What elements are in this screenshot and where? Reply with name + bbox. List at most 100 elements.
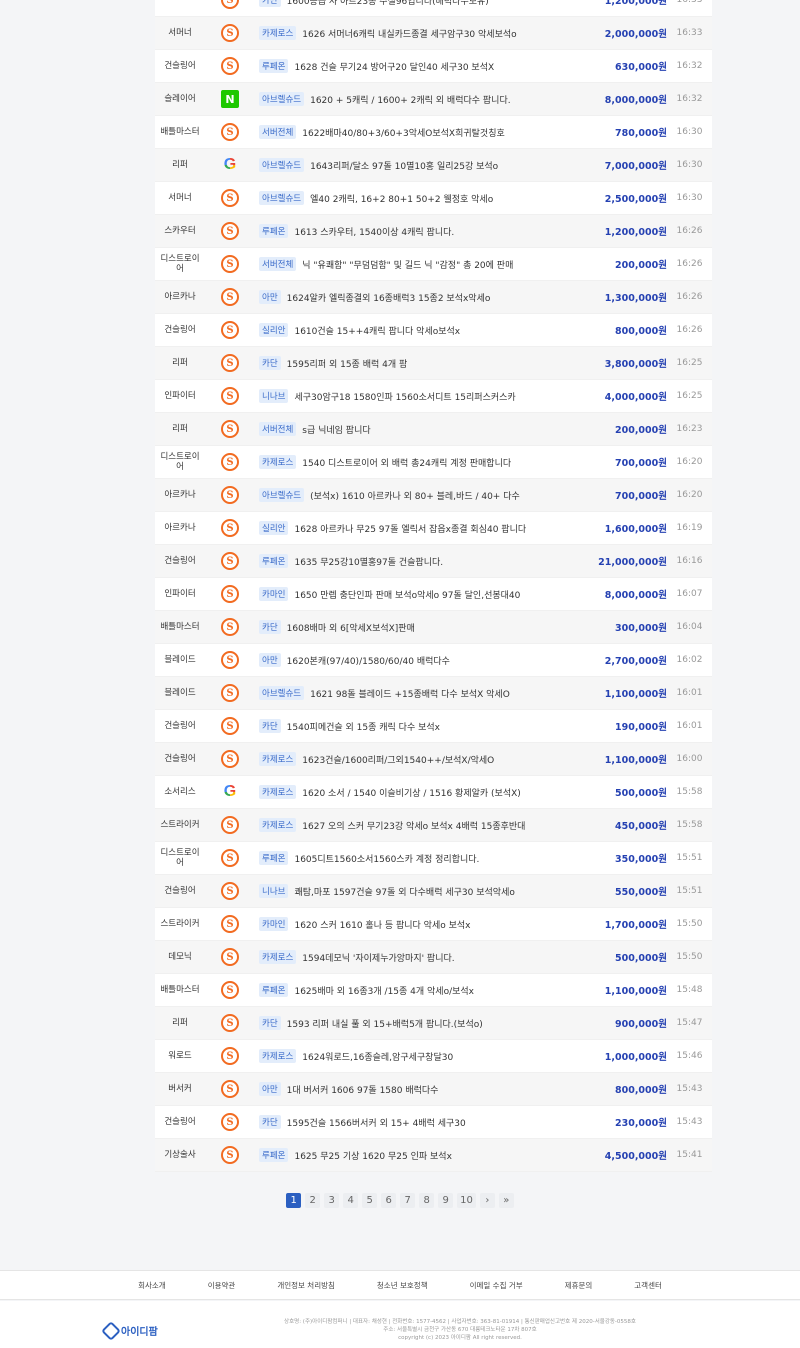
footer-link[interactable]: 개인정보 처리방침 bbox=[277, 1280, 335, 1291]
title-cell[interactable]: 서버전체 닉 "유쾌함" "무덤덤함" 및 길드 닉 "감정" 총 20에 판매 bbox=[255, 257, 567, 271]
table-row[interactable]: 건슬링어 S 실리안 1610건슬 15++4캐릭 팝니다 악세o보석x 800,000… bbox=[155, 314, 712, 347]
title-cell[interactable]: 카단 1595건슬 1566버서커 외 15+ 4배럭 세구30 bbox=[255, 1115, 567, 1129]
title-cell[interactable]: 아브렐슈드 1620 + 5캐릭 / 1600+ 2캐릭 외 배럭다수 팝니다. bbox=[255, 92, 567, 106]
page-button[interactable]: 7 bbox=[400, 1193, 416, 1208]
table-row[interactable]: 건슬링어 S 니나브 쾌탐,마포 1597건슬 97돌 외 다수배럭 세구30 보석악… bbox=[155, 875, 712, 908]
listing-title[interactable]: 1613 스카우터, 1540이상 4캐릭 팝니다. bbox=[294, 225, 454, 238]
title-cell[interactable]: 서버전체 s급 닉네임 팝니다 bbox=[255, 422, 567, 436]
listing-title[interactable]: 1593 리퍼 내실 풀 외 15+배럭5개 팝니다.(보석o) bbox=[287, 1017, 483, 1030]
title-cell[interactable]: 카제로스 1620 소서 / 1540 이슬비기상 / 1516 황제알카 (보석… bbox=[255, 785, 567, 799]
title-cell[interactable]: 카단 1595리퍼 외 15종 배럭 4개 팜 bbox=[255, 356, 567, 370]
title-cell[interactable]: 실리안 1628 아르카나 무25 97돌 엘릭서 잡읍x종결 회심40 팝니다 bbox=[255, 521, 567, 535]
title-cell[interactable]: 카단 1608배마 외 6[악세X보석X]판매 bbox=[255, 620, 567, 634]
table-row[interactable]: 리퍼 S 카단 1593 리퍼 내실 풀 외 15+배럭5개 팝니다.(보석o) 900… bbox=[155, 1007, 712, 1040]
title-cell[interactable]: 서버전체 1622배마40/80+3/60+3악세O보석X희귀탈것칭호 bbox=[255, 125, 567, 139]
page-button[interactable]: 1 bbox=[286, 1193, 302, 1208]
listing-title[interactable]: 1627 오의 스커 무기23강 악세o 보석x 4배럭 15종후반대 bbox=[302, 819, 525, 832]
title-cell[interactable]: 니나브 세구30암구18 1580인파 1560소서디트 15리퍼스커스카 bbox=[255, 389, 567, 403]
listing-title[interactable]: 1600등급 사 아르23종 주절96입니다(배럭다수보유) bbox=[287, 0, 489, 7]
listing-title[interactable]: 1620 + 5캐릭 / 1600+ 2캐릭 외 배럭다수 팝니다. bbox=[310, 93, 510, 106]
title-cell[interactable]: 카마인 1650 만렙 충단인파 판매 보석o악세o 97돌 달인,선봉대40 bbox=[255, 587, 567, 601]
table-row[interactable]: 건슬링어 S 카단 1540피메건슬 외 15종 캐릭 다수 보석x 190,000원 1… bbox=[155, 710, 712, 743]
listing-title[interactable]: 1625배마 외 16종3개 /15종 4개 악세o/보석x bbox=[294, 984, 474, 997]
title-cell[interactable]: 아만 1620본캐(97/40)/1580/60/40 배럭다수 bbox=[255, 653, 567, 667]
table-row[interactable]: 워로드 S 카제로스 1624워로드,16종슬레,암구세구창달30 1,000,000원… bbox=[155, 1040, 712, 1073]
listing-title[interactable]: 1625 무25 기상 1620 무25 인파 보석x bbox=[294, 1149, 451, 1162]
listing-title[interactable]: 1643리퍼/달소 97돌 10멸10홍 일리25강 보석o bbox=[310, 159, 498, 172]
listing-title[interactable]: 1624알카 엘릭종결외 16종배럭3 15종2 보석x악세o bbox=[287, 291, 491, 304]
title-cell[interactable]: 카제로스 1626 서머너6캐릭 내실카드종결 세구암구30 악세보석o bbox=[255, 26, 567, 40]
footer-link[interactable]: 회사소개 bbox=[138, 1280, 166, 1291]
table-row[interactable]: 디스트로이어 S 루페온 1605디트1560소서1560스카 계정 정리합니다. 35… bbox=[155, 842, 712, 875]
title-cell[interactable]: 카단 1540피메건슬 외 15종 캐릭 다수 보석x bbox=[255, 719, 567, 733]
title-cell[interactable]: 루페온 1605디트1560소서1560스카 계정 정리합니다. bbox=[255, 851, 567, 865]
table-row[interactable]: 서머너 S 아브렐슈드 엘40 2캐릭, 16+2 80+1 50+2 웰정호 악세o… bbox=[155, 182, 712, 215]
table-row[interactable]: 리퍼 S 서버전체 s급 닉네임 팝니다 200,000원 16:23 bbox=[155, 413, 712, 446]
table-row[interactable]: 슬레이어 N 아브렐슈드 1620 + 5캐릭 / 1600+ 2캐릭 외 배럭다수 … bbox=[155, 83, 712, 116]
title-cell[interactable]: 아브렐슈드 1643리퍼/달소 97돌 10멸10홍 일리25강 보석o bbox=[255, 158, 567, 172]
listing-title[interactable]: 1610건슬 15++4캐릭 팝니다 악세o보석x bbox=[294, 324, 460, 337]
footer-link[interactable]: 고객센터 bbox=[634, 1280, 662, 1291]
title-cell[interactable]: 실리안 1610건슬 15++4캐릭 팝니다 악세o보석x bbox=[255, 323, 567, 337]
title-cell[interactable]: 니나브 쾌탐,마포 1597건슬 97돌 외 다수배럭 세구30 보석악세o bbox=[255, 884, 567, 898]
table-row[interactable]: 소서리스 G 카제로스 1620 소서 / 1540 이슬비기상 / 1516 황제알… bbox=[155, 776, 712, 809]
table-row[interactable]: 스카우터 S 루페온 1613 스카우터, 1540이상 4캐릭 팝니다. 1,200,… bbox=[155, 215, 712, 248]
title-cell[interactable]: 루페온 1628 건슬 무기24 방어구20 달인40 세구30 보석X bbox=[255, 59, 567, 73]
listing-title[interactable]: 1540피메건슬 외 15종 캐릭 다수 보석x bbox=[287, 720, 440, 733]
page-button[interactable]: 2 bbox=[305, 1193, 321, 1208]
listing-title[interactable]: 1650 만렙 충단인파 판매 보석o악세o 97돌 달인,선봉대40 bbox=[294, 588, 520, 601]
listing-title[interactable]: 엘40 2캐릭, 16+2 80+1 50+2 웰정호 악세o bbox=[310, 192, 493, 205]
listing-title[interactable]: 1623건슬/1600리퍼/그외1540++/보석X/악세O bbox=[302, 753, 494, 766]
title-cell[interactable]: 루페온 1613 스카우터, 1540이상 4캐릭 팝니다. bbox=[255, 224, 567, 238]
table-row[interactable]: 스트라이커 S 카제로스 1627 오의 스커 무기23강 악세o 보석x 4배럭 1… bbox=[155, 809, 712, 842]
title-cell[interactable]: 아만 1624알카 엘릭종결외 16종배럭3 15종2 보석x악세o bbox=[255, 290, 567, 304]
table-row[interactable]: 건슬링어 S 카제로스 1623건슬/1600리퍼/그외1540++/보석X/악세O 1… bbox=[155, 743, 712, 776]
title-cell[interactable]: 카제로스 1540 디스트로이어 외 배럭 총24캐릭 계정 판매합니다 bbox=[255, 455, 567, 469]
footer-link[interactable]: 이메일 수집 거부 bbox=[470, 1280, 523, 1291]
title-cell[interactable]: 카제로스 1627 오의 스커 무기23강 악세o 보석x 4배럭 15종후반대 bbox=[255, 818, 567, 832]
page-button[interactable]: 6 bbox=[381, 1193, 397, 1208]
table-row[interactable]: S 카단 1600등급 사 아르23종 주절96입니다(배럭다수보유) 1,200,0… bbox=[155, 0, 712, 17]
table-row[interactable]: 아르카나 S 아만 1624알카 엘릭종결외 16종배럭3 15종2 보석x악세o 1,… bbox=[155, 281, 712, 314]
listing-title[interactable]: 1621 98돌 블레이드 +15종배럭 다수 보석X 악세O bbox=[310, 687, 510, 700]
listing-title[interactable]: 1605디트1560소서1560스카 계정 정리합니다. bbox=[294, 852, 479, 865]
page-button[interactable]: 10 bbox=[457, 1193, 476, 1208]
table-row[interactable]: 리퍼 G 아브렐슈드 1643리퍼/달소 97돌 10멸10홍 일리25강 보석o 7,… bbox=[155, 149, 712, 182]
listing-title[interactable]: 쾌탐,마포 1597건슬 97돌 외 다수배럭 세구30 보석악세o bbox=[294, 885, 514, 898]
title-cell[interactable]: 카마인 1620 스커 1610 홀나 등 팝니다 악세o 보석x bbox=[255, 917, 567, 931]
table-row[interactable]: 버서커 S 아만 1대 버서커 1606 97돌 1580 배럭다수 800,000원 1… bbox=[155, 1073, 712, 1106]
footer-link[interactable]: 이용약관 bbox=[208, 1280, 236, 1291]
table-row[interactable]: 블레이드 S 아브렐슈드 1621 98돌 블레이드 +15종배럭 다수 보석X 악세… bbox=[155, 677, 712, 710]
listing-title[interactable]: 1622배마40/80+3/60+3악세O보석X희귀탈것칭호 bbox=[302, 126, 504, 139]
title-cell[interactable]: 아브렐슈드 엘40 2캐릭, 16+2 80+1 50+2 웰정호 악세o bbox=[255, 191, 567, 205]
table-row[interactable]: 배틀마스터 S 카단 1608배마 외 6[악세X보석X]판매 300,000원 16:0… bbox=[155, 611, 712, 644]
title-cell[interactable]: 카제로스 1623건슬/1600리퍼/그외1540++/보석X/악세O bbox=[255, 752, 567, 766]
listing-title[interactable]: 1594데모닉 '자이제누가앙마지' 팝니다. bbox=[302, 951, 454, 964]
listing-title[interactable]: 1635 무25강10멸홍97돌 건슬팝니다. bbox=[294, 555, 443, 568]
listing-title[interactable]: 1595리퍼 외 15종 배럭 4개 팜 bbox=[287, 357, 408, 370]
table-row[interactable]: 건슬링어 S 카단 1595건슬 1566버서커 외 15+ 4배럭 세구30 230,… bbox=[155, 1106, 712, 1139]
page-button[interactable]: 8 bbox=[419, 1193, 435, 1208]
footer-link[interactable]: 청소년 보호정책 bbox=[377, 1280, 428, 1291]
listing-title[interactable]: 1628 건슬 무기24 방어구20 달인40 세구30 보석X bbox=[294, 60, 494, 73]
title-cell[interactable]: 카단 1600등급 사 아르23종 주절96입니다(배럭다수보유) bbox=[255, 0, 567, 7]
listing-title[interactable]: 1628 아르카나 무25 97돌 엘릭서 잡읍x종결 회심40 팝니다 bbox=[294, 522, 526, 535]
listing-title[interactable]: 1620 스커 1610 홀나 등 팝니다 악세o 보석x bbox=[294, 918, 470, 931]
title-cell[interactable]: 카단 1593 리퍼 내실 풀 외 15+배럭5개 팝니다.(보석o) bbox=[255, 1016, 567, 1030]
table-row[interactable]: 기상술사 S 루페온 1625 무25 기상 1620 무25 인파 보석x 4,500… bbox=[155, 1139, 712, 1172]
page-button[interactable]: 5 bbox=[362, 1193, 378, 1208]
table-row[interactable]: 건슬링어 S 루페온 1628 건슬 무기24 방어구20 달인40 세구30 보석X… bbox=[155, 50, 712, 83]
table-row[interactable]: 아르카나 S 아브렐슈드 (보석x) 1610 아르카나 외 80+ 블레,바드 / … bbox=[155, 479, 712, 512]
table-row[interactable]: 서머너 S 카제로스 1626 서머너6캐릭 내실카드종결 세구암구30 악세보석o 2… bbox=[155, 17, 712, 50]
title-cell[interactable]: 아만 1대 버서커 1606 97돌 1580 배럭다수 bbox=[255, 1082, 567, 1096]
listing-title[interactable]: 세구30암구18 1580인파 1560소서디트 15리퍼스커스카 bbox=[294, 390, 515, 403]
listing-title[interactable]: 1620본캐(97/40)/1580/60/40 배럭다수 bbox=[287, 654, 450, 667]
page-button[interactable]: 4 bbox=[343, 1193, 359, 1208]
title-cell[interactable]: 루페온 1635 무25강10멸홍97돌 건슬팝니다. bbox=[255, 554, 567, 568]
table-row[interactable]: 배틀마스터 S 루페온 1625배마 외 16종3개 /15종 4개 악세o/보석x 1… bbox=[155, 974, 712, 1007]
table-row[interactable]: 리퍼 S 카단 1595리퍼 외 15종 배럭 4개 팜 3,800,000원 16:25 bbox=[155, 347, 712, 380]
title-cell[interactable]: 아브렐슈드 (보석x) 1610 아르카나 외 80+ 블레,바드 / 40+ 다… bbox=[255, 488, 567, 502]
table-row[interactable]: 블레이드 S 아만 1620본캐(97/40)/1580/60/40 배럭다수 2,70… bbox=[155, 644, 712, 677]
page-button[interactable]: » bbox=[498, 1193, 514, 1208]
table-row[interactable]: 스트라이커 S 카마인 1620 스커 1610 홀나 등 팝니다 악세o 보석x 1,… bbox=[155, 908, 712, 941]
